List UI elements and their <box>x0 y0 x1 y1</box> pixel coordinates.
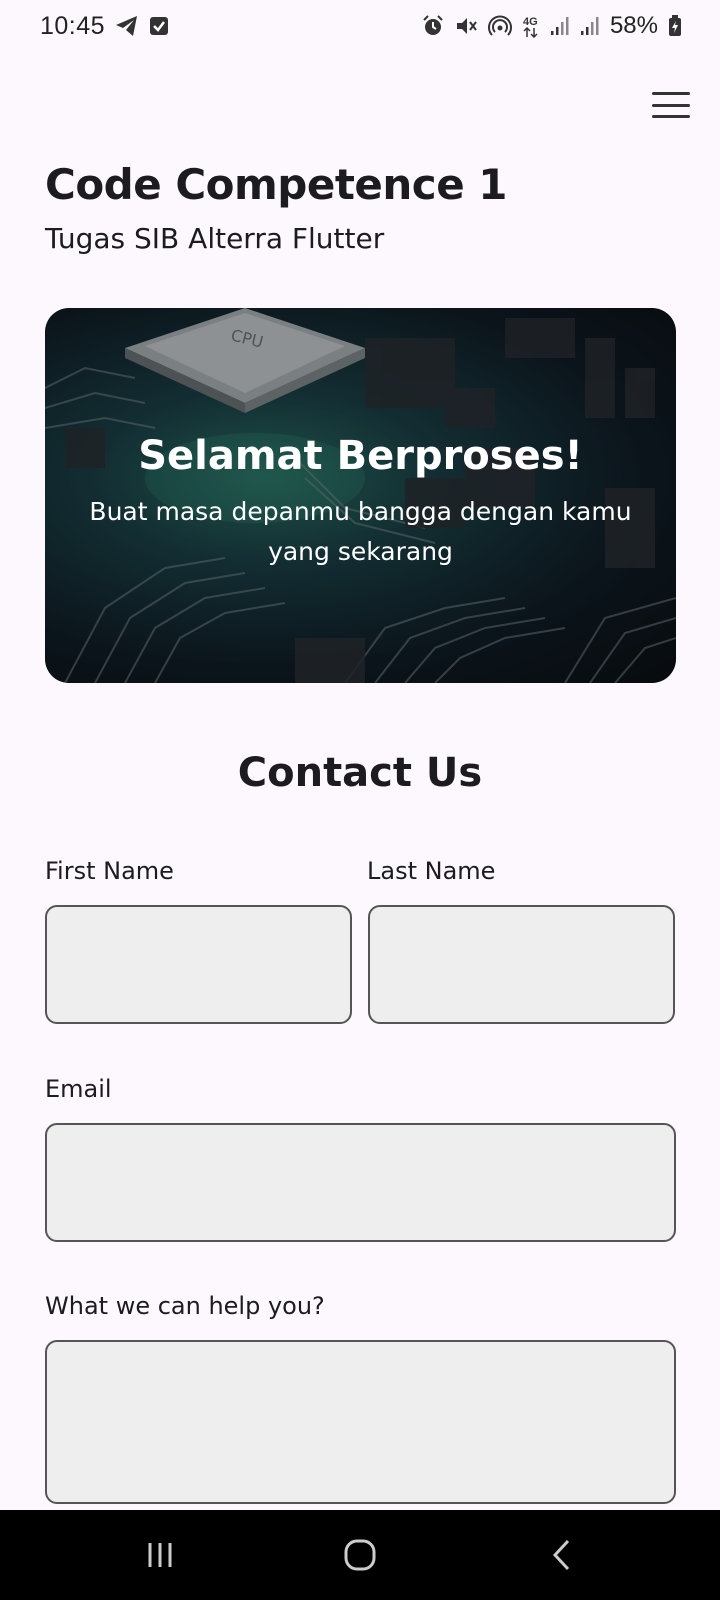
page-subtitle: Tugas SIB Alterra Flutter <box>45 222 385 255</box>
banner-text: Buat masa depanmu bangga dengan kamu yan… <box>89 497 632 566</box>
last-name-label: Last Name <box>367 857 496 885</box>
menu-line <box>652 92 690 95</box>
first-name-field[interactable] <box>45 905 352 1024</box>
checkbox-notification-icon <box>149 16 169 36</box>
menu-line <box>652 115 690 118</box>
first-name-label: First Name <box>45 857 174 885</box>
svg-text:4G: 4G <box>523 16 538 28</box>
hamburger-menu-icon[interactable] <box>650 88 692 122</box>
status-left: 10:45 <box>40 12 169 41</box>
last-name-field[interactable] <box>368 905 675 1024</box>
status-time: 10:45 <box>40 11 106 40</box>
telegram-icon <box>115 15 139 37</box>
contact-title: Contact Us <box>237 750 483 796</box>
hero-banner: CPU Selamat Berproses! Buat masa depanmu… <box>45 308 676 683</box>
battery-percent: 58% <box>609 12 658 39</box>
4g-data-icon: 4G <box>522 14 540 38</box>
back-icon[interactable] <box>512 1510 612 1600</box>
email-field[interactable] <box>45 1123 676 1242</box>
system-nav-bar <box>0 1510 720 1600</box>
hotspot-icon <box>487 15 512 37</box>
email-label: Email <box>45 1075 112 1103</box>
alarm-icon <box>422 15 444 37</box>
menu-line <box>652 103 690 107</box>
message-label: What we can help you? <box>45 1292 325 1320</box>
signal-icon <box>580 16 600 36</box>
vibrate-mute-icon <box>454 15 478 37</box>
app-screen: 10:45 4G 58% Code Competence 1 Tugas SIB… <box>0 0 720 1600</box>
page-title: Code Competence 1 <box>45 160 508 209</box>
status-right: 4G 58% <box>422 12 682 40</box>
message-field[interactable] <box>45 1340 676 1504</box>
status-bar: 10:45 4G 58% <box>0 0 720 52</box>
recent-apps-icon[interactable] <box>110 1510 210 1600</box>
home-icon[interactable] <box>310 1510 410 1600</box>
battery-icon <box>668 15 682 37</box>
signal-icon <box>550 16 570 36</box>
banner-title: Selamat Berproses! <box>138 433 583 479</box>
